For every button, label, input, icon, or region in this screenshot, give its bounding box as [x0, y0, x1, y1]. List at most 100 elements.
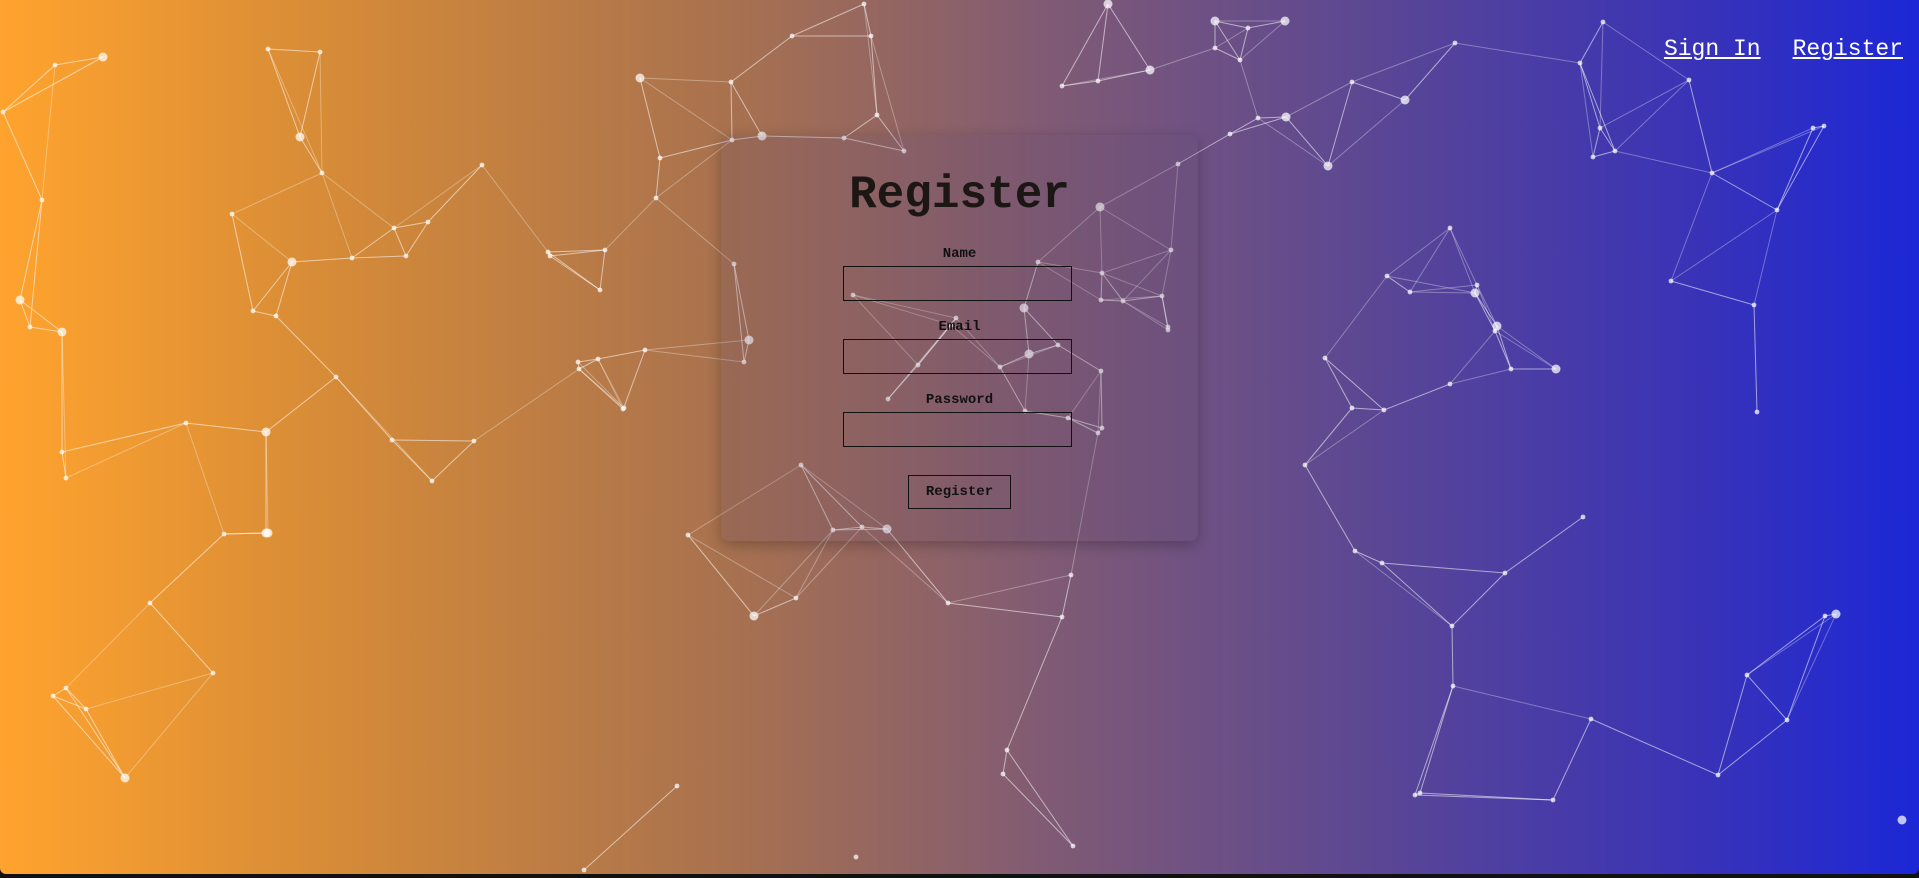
register-link[interactable]: Register [1793, 36, 1903, 62]
particle-dot [59, 449, 65, 455]
particle-dot [1210, 16, 1220, 26]
particle-dot [1059, 614, 1065, 620]
particle-link [473, 368, 580, 442]
particle-link [252, 310, 277, 317]
name-field[interactable] [843, 266, 1072, 301]
particle-link [577, 361, 625, 409]
particle-link [1304, 409, 1385, 466]
page-background: Sign In Register Register Name Email Pas… [0, 0, 1919, 874]
particle-link [405, 221, 429, 257]
particle-link [321, 172, 395, 229]
particle-link [1476, 284, 1496, 332]
particle-dot [261, 427, 271, 437]
particle-link [52, 695, 87, 710]
particle-link [1711, 127, 1814, 174]
particle-link [1449, 330, 1496, 385]
particle-link [223, 532, 269, 535]
particle-dot [1810, 125, 1816, 131]
particle-link [1351, 81, 1406, 101]
particle-link [19, 199, 43, 301]
particle-link [639, 77, 732, 83]
particle-dot [1070, 843, 1076, 849]
particle-dot [1302, 462, 1308, 468]
particle-link [1670, 280, 1755, 306]
particle-dot [642, 347, 648, 353]
particle-link [1670, 209, 1778, 282]
particle-link [1247, 20, 1286, 29]
particle-link [252, 261, 293, 312]
particle-link [1711, 172, 1778, 211]
particle-link [1590, 718, 1719, 776]
particle-link [1753, 209, 1778, 306]
particle-link [1451, 625, 1454, 687]
particle-dot [1450, 683, 1456, 689]
particle-dot [1227, 131, 1233, 137]
particle-dot [1255, 115, 1261, 121]
particle-link [791, 3, 865, 37]
particle-dot [653, 195, 659, 201]
particle-link [427, 164, 483, 223]
particle-link [2, 111, 43, 201]
particle-link [1786, 613, 1837, 721]
particle-link [1614, 79, 1690, 152]
particle-link [1776, 125, 1825, 211]
email-field[interactable] [843, 339, 1072, 374]
particle-dot [793, 595, 799, 601]
particle-link [1419, 685, 1454, 794]
particle-link [1061, 3, 1109, 87]
particle-link [1592, 150, 1616, 158]
particle-link [1002, 773, 1074, 847]
particle-link [393, 227, 407, 257]
particle-link [1451, 572, 1506, 627]
particle-dot [1245, 25, 1251, 31]
particle-link [1386, 227, 1451, 277]
particle-link [1579, 21, 1604, 64]
register-button[interactable]: Register [908, 475, 1011, 509]
particle-link [65, 422, 187, 479]
particle-dot [120, 773, 130, 783]
particle-dot [1059, 83, 1065, 89]
particle-link [1061, 574, 1072, 618]
particle-dot [273, 313, 279, 319]
particle-link [61, 422, 187, 453]
particle-link [335, 376, 433, 482]
sign-in-link[interactable]: Sign In [1664, 36, 1761, 62]
particle-dot [575, 359, 581, 365]
particle-link [639, 77, 733, 141]
particle-link [1552, 718, 1592, 801]
particle-dot [1550, 797, 1556, 803]
particle-dot [1588, 716, 1594, 722]
particle-link [1592, 127, 1601, 158]
particle-dot [52, 62, 58, 68]
particle-link [863, 3, 878, 116]
particle-link [1496, 325, 1557, 370]
particle-dot [945, 600, 951, 606]
name-label: Name [942, 246, 977, 262]
particle-link [1351, 42, 1456, 83]
particle-link [65, 687, 87, 710]
particle-dot [1412, 792, 1418, 798]
particle-link [65, 687, 126, 779]
particle-dot [1897, 815, 1907, 825]
particle-link [1452, 685, 1592, 720]
particle-dot [57, 327, 67, 337]
top-nav: Sign In Register [1664, 36, 1903, 62]
particle-dot [1352, 548, 1358, 554]
particle-link [1579, 62, 1594, 158]
particle-dot [63, 475, 69, 481]
particle-dot [50, 693, 56, 699]
particle-dot [1822, 613, 1828, 619]
particle-link [1327, 99, 1406, 167]
particle-dot [479, 162, 485, 168]
particle-link [1599, 21, 1604, 129]
particle-dot [728, 79, 734, 85]
particle-link [1354, 550, 1453, 627]
particle-link [1381, 562, 1453, 627]
particle-dot [1000, 771, 1006, 777]
particle-dot [597, 287, 603, 293]
particle-link [393, 164, 483, 229]
particle-link [149, 602, 214, 674]
password-field[interactable] [843, 412, 1072, 447]
particle-link [481, 164, 549, 253]
particle-dot [1103, 0, 1113, 9]
